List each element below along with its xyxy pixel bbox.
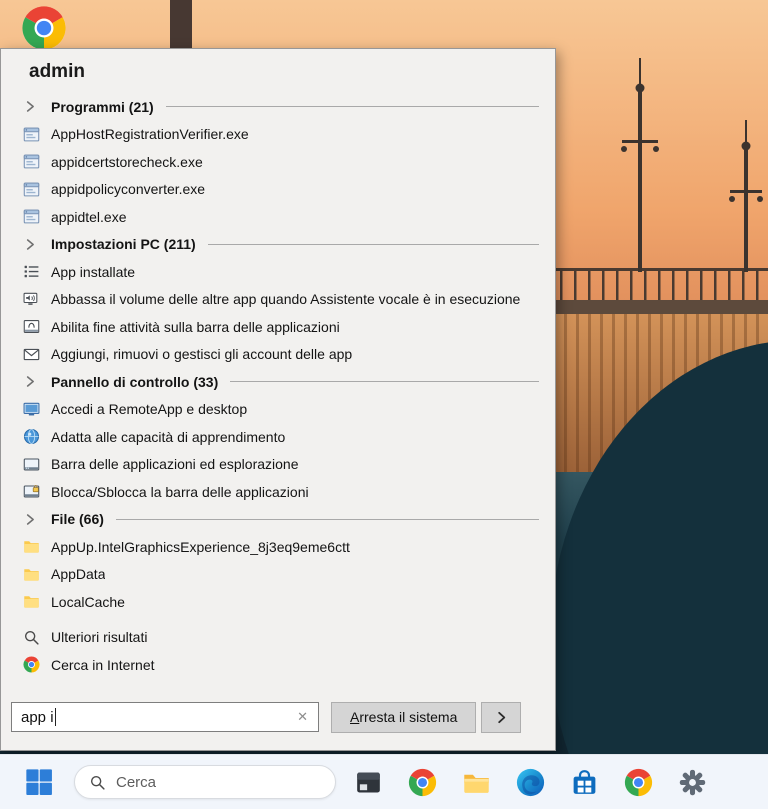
menu-item-label: appidcertstorecheck.exe [51,153,203,170]
menu-footer: app i ✕ Arresta il sistema [1,692,555,750]
search-icon [23,629,40,646]
application-icon [23,126,40,143]
chevron-right-icon [494,710,509,725]
app-list-icon [23,263,40,280]
menu-item-label: appidpolicyconverter.exe [51,181,206,198]
section-divider [230,381,539,383]
menu-item[interactable]: Barra delle applicazioni ed esplorazione [1,451,555,479]
section-header[interactable]: Programmi (21) [1,93,555,121]
menu-item-label: Barra delle applicazioni ed esplorazione [51,456,299,473]
application-icon [23,208,40,225]
section-label: Pannello di controllo (33) [51,373,219,390]
start-menu-panel: admin Programmi (21) AppHostRegistrationV… [0,48,556,751]
clear-search-icon[interactable]: ✕ [297,709,308,725]
menu-item[interactable]: Abbassa il volume delle altre app quando… [1,286,555,314]
taskbar-app-icons [354,768,707,797]
taskbar-icon-edge[interactable] [516,768,545,797]
menu-item-label: Abbassa il volume delle altre app quando… [51,291,521,308]
taskbar-icon-chrome[interactable] [408,768,437,797]
menu-item[interactable]: AppUp.IntelGraphicsExperience_8j3eq9eme6… [1,533,555,561]
menu-footer-item[interactable]: Cerca in Internet [1,651,555,679]
chevron-right-icon [23,512,38,527]
menu-item-label: AppUp.IntelGraphicsExperience_8j3eq9eme6… [51,538,350,555]
monitor-volume-icon [23,291,40,308]
menu-item[interactable]: Aggiungi, rimuovi o gestisci gli account… [1,341,555,369]
taskbar-activity-icon [23,318,40,335]
chevron-right-icon [23,99,38,114]
section-header[interactable]: Pannello di controllo (33) [1,368,555,396]
menu-item[interactable]: LocalCache [1,588,555,616]
shutdown-options-button[interactable] [481,701,522,733]
shutdown-rest: rresta il sistema [359,709,458,725]
text-caret [54,708,56,726]
learning-icon [23,428,40,445]
folder-icon [23,538,40,555]
search-text: app i [21,708,54,726]
application-icon [23,181,40,198]
section-divider [207,243,539,245]
section-label: Impostazioni PC (211) [51,236,196,253]
chevron-right-icon [23,374,38,389]
section-header[interactable]: Impostazioni PC (211) [1,231,555,259]
shutdown-accel: A [350,709,360,725]
menu-item[interactable]: appidtel.exe [1,203,555,231]
taskbar-icon-file-explorer[interactable] [462,768,491,797]
menu-item-label: LocalCache [51,593,125,610]
section-divider [115,518,539,520]
menu-item-label: App installate [51,263,136,280]
menu-item[interactable]: appidcertstorecheck.exe [1,148,555,176]
application-icon [23,153,40,170]
taskbar-lock-icon [23,483,40,500]
menu-item[interactable]: Accedi a RemoteApp e desktop [1,396,555,424]
menu-item[interactable]: Blocca/Sblocca la barra delle applicazio… [1,478,555,506]
menu-item-label: Cerca in Internet [51,656,155,673]
folder-icon [23,566,40,583]
menu-item-label: appidtel.exe [51,208,127,225]
section-label: File (66) [51,511,104,528]
menu-item-label: AppData [51,566,106,583]
search-icon [89,774,106,791]
folder-icon [23,593,40,610]
menu-item[interactable]: Abilita fine attività sulla barra delle … [1,313,555,341]
start-button[interactable] [24,767,54,797]
windows-logo-icon [24,767,54,797]
taskbar-icon-chrome-2[interactable] [624,768,653,797]
mail-icon [23,346,40,363]
section-header[interactable]: File (66) [1,506,555,534]
menu-item-label: Accedi a RemoteApp e desktop [51,401,248,418]
menu-item-label: Ulteriori risultati [51,629,148,646]
taskbar: Cerca [0,754,768,809]
menu-item[interactable]: AppData [1,561,555,589]
search-results-list: Programmi (21) AppHostRegistrationVerifie… [1,89,555,692]
chevron-right-icon [23,237,38,252]
user-name: admin [29,61,85,82]
taskbar-icon-screenshot-app[interactable] [354,768,383,797]
taskbar-icon-settings[interactable] [678,768,707,797]
menu-item-label: Aggiungi, rimuovi o gestisci gli account… [51,346,353,363]
shutdown-button[interactable]: Arresta il sistema [331,701,477,733]
chrome-icon [21,5,67,51]
remote-desktop-icon [23,401,40,418]
menu-item[interactable]: appidpolicyconverter.exe [1,176,555,204]
menu-item-label: Blocca/Sblocca la barra delle applicazio… [51,483,309,500]
menu-item[interactable]: Adatta alle capacità di apprendimento [1,423,555,451]
menu-item-label: Adatta alle capacità di apprendimento [51,428,286,445]
section-divider [165,106,539,108]
taskbar-icon-store[interactable] [570,768,599,797]
chrome-shortcut[interactable] [21,5,67,51]
menu-item[interactable]: AppHostRegistrationVerifier.exe [1,121,555,149]
menu-search-input[interactable]: app i ✕ [11,702,319,732]
taskbar-search[interactable]: Cerca [74,765,336,799]
menu-footer-item[interactable]: Ulteriori risultati [1,624,555,652]
taskbar-icon [23,456,40,473]
menu-item-label: AppHostRegistrationVerifier.exe [51,126,249,143]
menu-item-label: Abilita fine attività sulla barra delle … [51,318,340,335]
chrome-icon [23,656,40,673]
menu-item[interactable]: App installate [1,258,555,286]
section-label: Programmi (21) [51,98,154,115]
taskbar-search-label: Cerca [116,773,157,791]
